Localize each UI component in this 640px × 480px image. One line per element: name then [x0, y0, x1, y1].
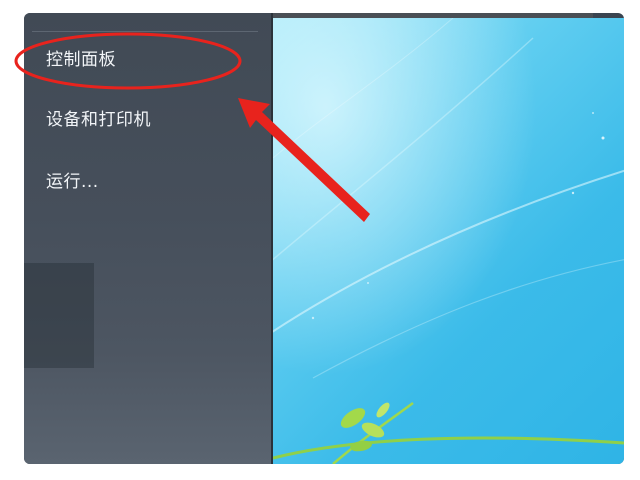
menu-item-devices-and-printers[interactable]: 设备和打印机	[46, 107, 151, 133]
menu-item-run[interactable]: 运行...	[46, 169, 99, 195]
start-menu-right-pane: 控制面板 设备和打印机 运行...	[24, 13, 271, 464]
menu-item-control-panel[interactable]: 控制面板	[46, 47, 116, 73]
screenshot-frame: 控制面板 设备和打印机 运行...	[24, 13, 624, 464]
menu-shade	[24, 263, 94, 368]
menu-separator	[32, 31, 258, 32]
desktop-wallpaper	[273, 18, 624, 464]
wallpaper-graphic	[273, 18, 624, 464]
